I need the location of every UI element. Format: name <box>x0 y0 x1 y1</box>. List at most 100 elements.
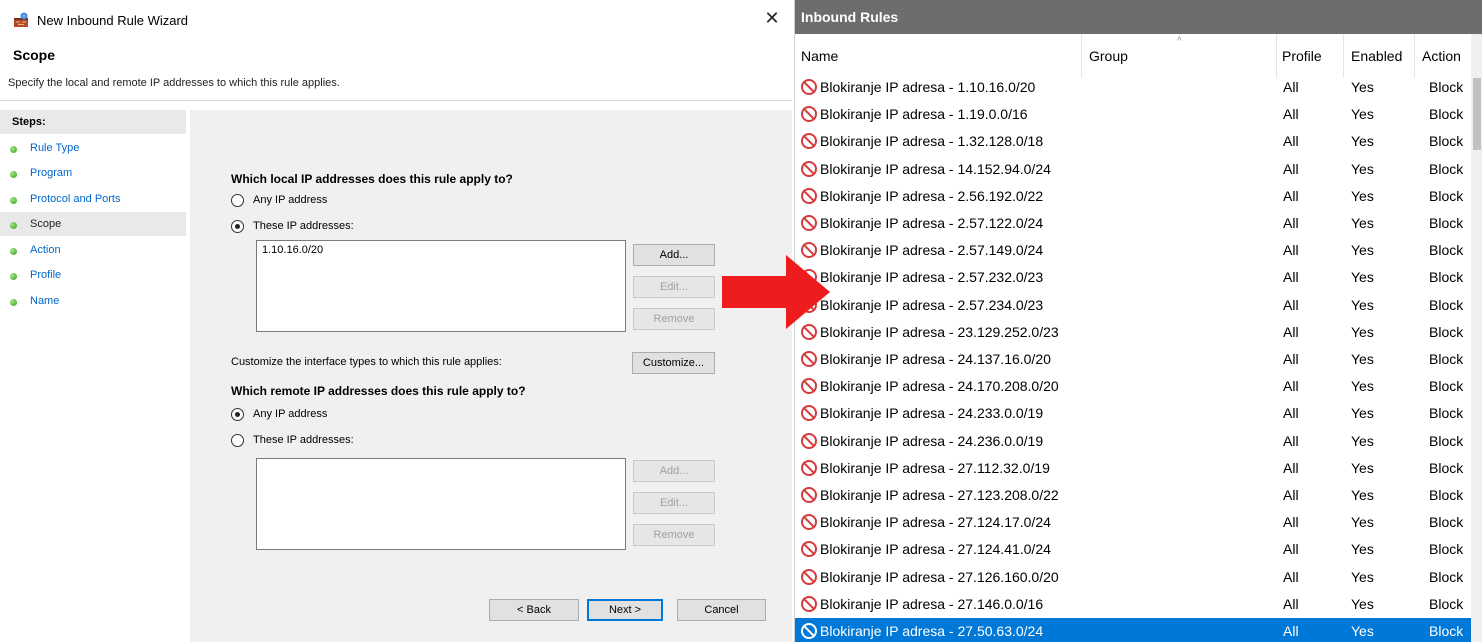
next-button[interactable]: Next > <box>587 599 663 621</box>
vertical-scrollbar[interactable] <box>1471 34 1482 642</box>
table-row[interactable]: Blokiranje IP adresa - 27.124.41.0/24 All… <box>795 536 1471 563</box>
remote-these-ip-radio[interactable]: These IP addresses: <box>231 433 431 449</box>
local-edit-button[interactable]: Edit... <box>633 276 715 298</box>
column-divider[interactable] <box>1276 34 1277 78</box>
remote-add-button[interactable]: Add... <box>633 460 715 482</box>
table-row[interactable]: Blokiranje IP adresa - 24.236.0.0/19 All Y… <box>795 428 1471 455</box>
table-row[interactable]: Blokiranje IP adresa - 27.126.160.0/20 Al… <box>795 564 1471 591</box>
step-protocol-and-ports[interactable]: Protocol and Ports <box>0 187 186 211</box>
column-header-group[interactable]: Group <box>1089 48 1128 64</box>
rule-enabled-cell: Yes <box>1351 595 1374 612</box>
radio-label: Any IP address <box>253 194 328 206</box>
table-row[interactable]: Blokiranje IP adresa - 2.57.122.0/24 All Y… <box>795 210 1471 237</box>
rule-profile-cell: All <box>1283 187 1299 204</box>
rule-action-cell: Block <box>1429 323 1464 340</box>
customize-button[interactable]: Customize... <box>632 352 715 374</box>
table-row[interactable]: Blokiranje IP adresa - 1.10.16.0/20 All Ye… <box>795 74 1471 101</box>
column-header-bar: Name Group Profile Enabled Action <box>795 34 1482 78</box>
column-divider[interactable] <box>1343 34 1344 78</box>
rule-name-cell: Blokiranje IP adresa - 27.124.17.0/24 <box>820 514 1051 531</box>
table-row[interactable]: Blokiranje IP adresa - 27.123.208.0/22 Al… <box>795 482 1471 509</box>
radio-button[interactable] <box>231 434 244 447</box>
scrollbar-thumb[interactable] <box>1473 78 1481 150</box>
rule-action-cell: Block <box>1429 242 1464 259</box>
column-header-profile[interactable]: Profile <box>1282 48 1322 64</box>
column-header-name[interactable]: Name <box>801 48 838 64</box>
rule-enabled-cell: Yes <box>1351 242 1374 259</box>
back-button[interactable]: < Back <box>489 599 579 621</box>
step-action[interactable]: Action <box>0 238 186 262</box>
table-row[interactable]: Blokiranje IP adresa - 1.32.128.0/18 All Y… <box>795 128 1471 155</box>
table-row[interactable]: Blokiranje IP adresa - 14.152.94.0/24 All… <box>795 156 1471 183</box>
step-profile[interactable]: Profile <box>0 263 186 287</box>
rule-name-cell: Blokiranje IP adresa - 24.137.16.0/20 <box>820 351 1051 367</box>
table-row[interactable]: Blokiranje IP adresa - 24.170.208.0/20 Al… <box>795 373 1471 400</box>
list-item[interactable]: 1.10.16.0/20 <box>257 241 625 256</box>
rule-enabled-cell: Yes <box>1351 378 1374 395</box>
block-rule-icon <box>801 187 817 204</box>
step-bullet-icon <box>10 197 17 204</box>
column-header-enabled[interactable]: Enabled <box>1351 48 1402 64</box>
rule-enabled-cell: Yes <box>1351 133 1374 150</box>
table-row[interactable]: Blokiranje IP adresa - 2.57.232.0/23 All Y… <box>795 264 1471 291</box>
remote-any-ip-radio[interactable]: Any IP address <box>231 407 431 423</box>
table-row[interactable]: Blokiranje IP adresa - 2.56.192.0/22 All Y… <box>795 183 1471 210</box>
rule-profile-cell: All <box>1283 296 1299 313</box>
block-rule-icon <box>801 541 817 558</box>
panel-title: Inbound Rules <box>795 0 1482 34</box>
step-rule-type[interactable]: Rule Type <box>0 136 186 160</box>
rule-action-cell: Block <box>1429 79 1464 95</box>
page-subtitle: Specify the local and remote IP addresse… <box>8 77 340 89</box>
local-add-button[interactable]: Add... <box>633 244 715 266</box>
rule-action-cell: Block <box>1429 405 1464 422</box>
table-row[interactable]: Blokiranje IP adresa - 27.124.17.0/24 All… <box>795 509 1471 536</box>
rule-action-cell: Block <box>1429 541 1464 558</box>
rule-profile-cell: All <box>1283 323 1299 340</box>
rule-name-cell: Blokiranje IP adresa - 1.32.128.0/18 <box>820 133 1044 150</box>
table-row[interactable]: Blokiranje IP adresa - 2.57.149.0/24 All Y… <box>795 237 1471 264</box>
radio-button[interactable] <box>231 220 244 233</box>
table-row[interactable]: Blokiranje IP adresa - 27.112.32.0/19 All… <box>795 455 1471 482</box>
local-any-ip-radio[interactable]: Any IP address <box>231 193 431 209</box>
rule-name-cell: Blokiranje IP adresa - 24.236.0.0/19 <box>820 432 1044 449</box>
close-icon[interactable]: ✕ <box>762 9 782 29</box>
rule-action-cell: Block <box>1429 160 1464 177</box>
remote-remove-button[interactable]: Remove <box>633 524 715 546</box>
steps-header: Steps: <box>0 110 186 134</box>
column-divider[interactable] <box>1081 34 1082 78</box>
table-row[interactable]: Blokiranje IP adresa - 27.50.63.0/24 All Y… <box>795 618 1471 642</box>
rule-enabled-cell: Yes <box>1351 541 1374 558</box>
table-row[interactable]: Blokiranje IP adresa - 27.146.0.0/16 All Y… <box>795 591 1471 618</box>
radio-button[interactable] <box>231 408 244 421</box>
step-scope[interactable]: Scope <box>0 212 186 236</box>
rule-profile-cell: All <box>1283 351 1299 367</box>
table-row[interactable]: Blokiranje IP adresa - 24.233.0.0/19 All Y… <box>795 400 1471 427</box>
rule-name-cell: Blokiranje IP adresa - 2.57.234.0/23 <box>820 296 1044 313</box>
local-remove-button[interactable]: Remove <box>633 308 715 330</box>
local-ip-list[interactable]: 1.10.16.0/20 <box>256 240 626 332</box>
rule-action-cell: Block <box>1429 215 1464 231</box>
table-row[interactable]: Blokiranje IP adresa - 1.19.0.0/16 All Yes… <box>795 101 1471 128</box>
remote-ip-list[interactable] <box>256 458 626 550</box>
block-rule-icon <box>801 133 817 150</box>
rule-profile-cell: All <box>1283 378 1299 395</box>
rule-enabled-cell: Yes <box>1351 269 1374 286</box>
step-name[interactable]: Name <box>0 289 186 313</box>
wizard-title: New Inbound Rule Wizard <box>37 13 189 28</box>
table-row[interactable]: Blokiranje IP adresa - 24.137.16.0/20 All… <box>795 346 1471 373</box>
rule-action-cell: Block <box>1429 187 1464 204</box>
column-header-action[interactable]: Action <box>1422 48 1461 64</box>
local-these-ip-radio[interactable]: These IP addresses: <box>231 219 431 235</box>
cancel-button[interactable]: Cancel <box>677 599 766 621</box>
rule-profile-cell: All <box>1283 405 1299 422</box>
rule-name-cell: Blokiranje IP adresa - 27.126.160.0/20 <box>820 568 1059 585</box>
table-row[interactable]: Blokiranje IP adresa - 23.129.252.0/23 Al… <box>795 319 1471 346</box>
step-program[interactable]: Program <box>0 161 186 185</box>
table-row[interactable]: Blokiranje IP adresa - 2.57.234.0/23 All Y… <box>795 292 1471 319</box>
rule-profile-cell: All <box>1283 459 1299 476</box>
rule-profile-cell: All <box>1283 595 1299 612</box>
column-divider[interactable] <box>1414 34 1415 78</box>
remote-edit-button[interactable]: Edit... <box>633 492 715 514</box>
radio-button[interactable] <box>231 194 244 207</box>
rule-enabled-cell: Yes <box>1351 432 1374 449</box>
